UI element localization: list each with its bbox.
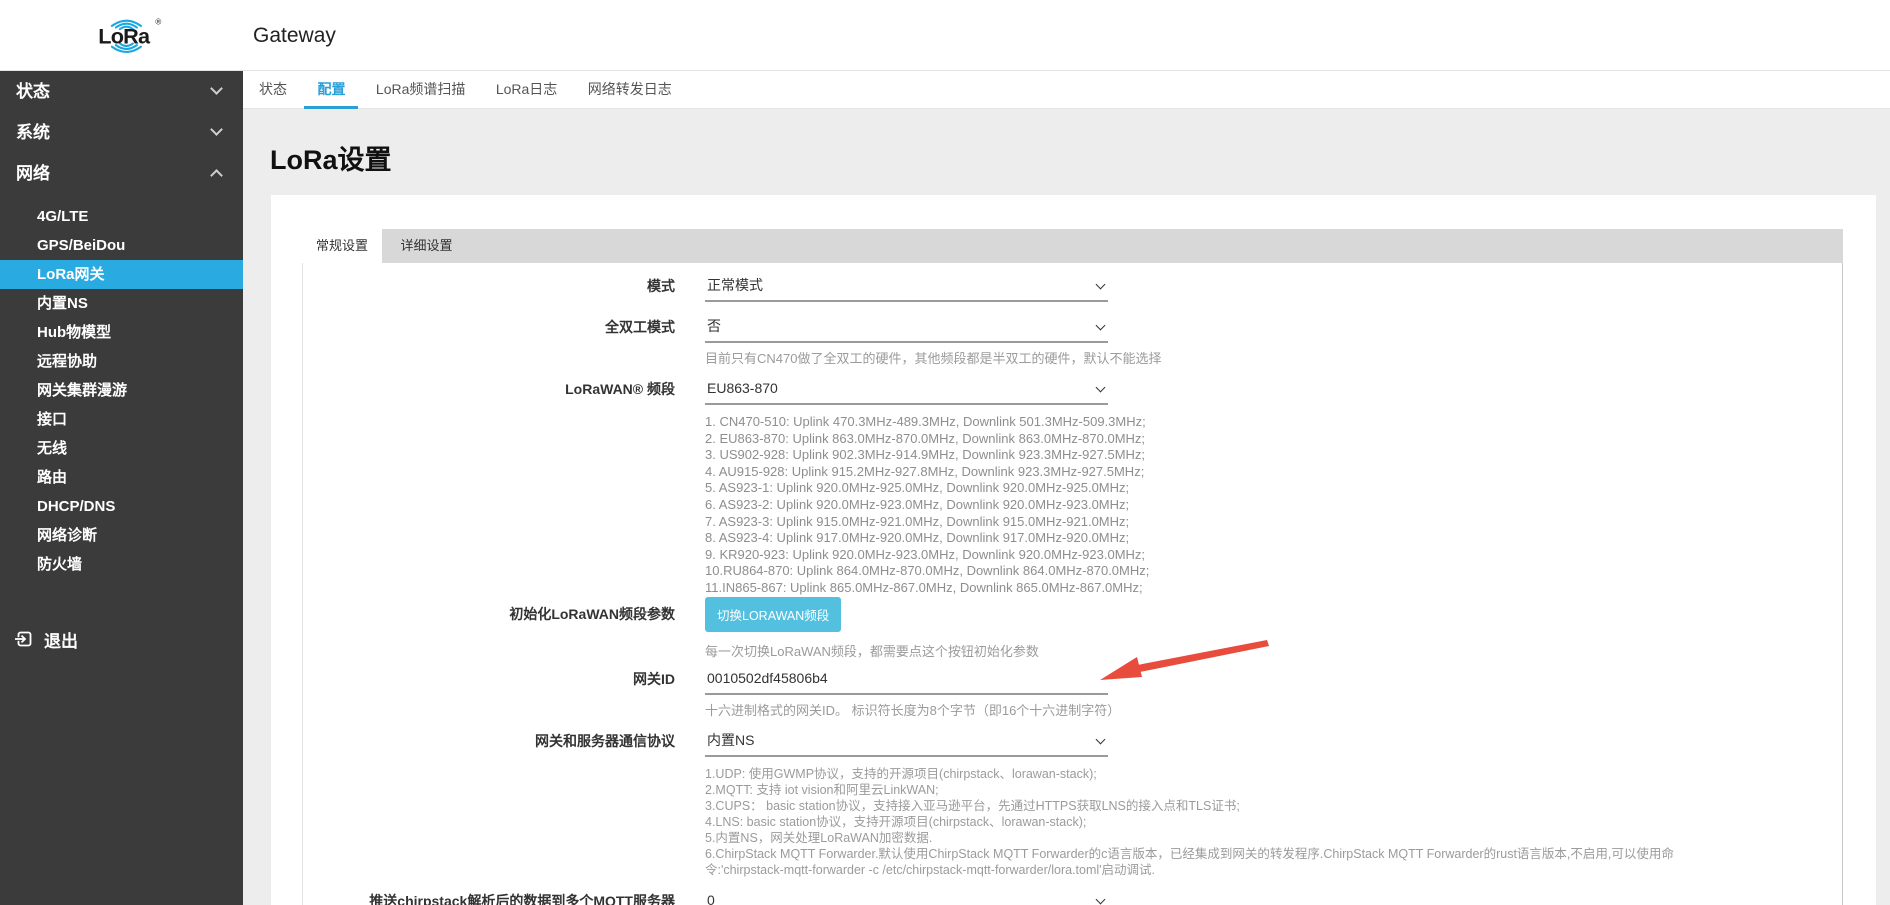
tab-network-forward-log[interactable]: 网络转发日志 (575, 71, 685, 109)
sidebar-item-builtin-ns[interactable]: 内置NS (0, 289, 243, 318)
chevron-down-icon (1095, 279, 1106, 290)
lora-logo-icon: LoRa ® (78, 13, 178, 63)
chevron-down-icon (1095, 382, 1106, 393)
logout-button[interactable]: 退出 (0, 622, 243, 656)
sidebar-item-wireless[interactable]: 无线 (0, 434, 243, 463)
sidebar-group-label: 系统 (16, 123, 50, 142)
full-duplex-label: 全双工模式 (605, 319, 675, 335)
sidebar-group-network[interactable]: 网络 (0, 153, 243, 194)
app-title: Gateway (253, 24, 336, 47)
form-row-band: LoRaWAN® 频段 EU863-870 1. CN470-510: Upli… (302, 377, 1149, 597)
sidebar-group-label: 状态 (16, 82, 50, 101)
sidebar-group-status[interactable]: 状态 (0, 71, 243, 112)
mqtt-push-select[interactable]: 0 (705, 889, 1108, 905)
switch-lorawan-band-button[interactable]: 切换LORAWAN频段 (705, 597, 842, 632)
card-tab-strip: 常规设置 详细设置 (302, 229, 1843, 263)
protocol-value: 内置NS (707, 732, 755, 748)
mode-label: 模式 (647, 278, 675, 294)
gateway-id-label: 网关ID (633, 671, 675, 687)
tab-lora-log[interactable]: LoRa日志 (483, 71, 570, 109)
protocol-help-list: 1.UDP: 使用GWMP协议，支持的开源项目(chirpstack、loraw… (705, 767, 1674, 877)
app-header: LoRa ® Gateway (0, 0, 1890, 71)
mode-select[interactable]: 正常模式 (705, 274, 1108, 302)
sidebar-item-dhcp-dns[interactable]: DHCP/DNS (0, 492, 243, 521)
form-row-mode: 模式 正常模式 (302, 274, 1108, 302)
form-row-init-band: 初始化LoRaWAN频段参数 切换LORAWAN频段 每一次切换LoRaWAN频… (302, 597, 1039, 660)
sidebar-item-remote-assist[interactable]: 远程协助 (0, 347, 243, 376)
sidebar-item-cluster-roaming[interactable]: 网关集群漫游 (0, 376, 243, 405)
logout-icon (14, 631, 32, 647)
gateway-id-input[interactable]: 0010502df45806b4 (705, 667, 1108, 695)
page-title: LoRa设置 (270, 145, 392, 175)
chevron-down-icon (1095, 734, 1106, 745)
tab-config[interactable]: 配置 (304, 71, 359, 109)
svg-text:LoRa: LoRa (98, 24, 151, 49)
logout-label: 退出 (44, 631, 78, 651)
sidebar-group-system[interactable]: 系统 (0, 112, 243, 153)
init-band-label: 初始化LoRaWAN频段参数 (509, 606, 675, 622)
sidebar-item-interface[interactable]: 接口 (0, 405, 243, 434)
tab-lora-spectrum-scan[interactable]: LoRa频谱扫描 (363, 71, 478, 109)
chevron-down-icon (210, 82, 223, 95)
sidebar-group-label: 网络 (16, 164, 50, 183)
form-row-protocol: 网关和服务器通信协议 内置NS 1.UDP: 使用GWMP协议，支持的开源项目(… (302, 729, 1740, 878)
sidebar-item-firewall[interactable]: 防火墙 (0, 550, 243, 579)
form-row-gateway-id: 网关ID 0010502df45806b4 十六进制格式的网关ID。 标识符长度… (302, 667, 1120, 719)
gateway-id-value: 0010502df45806b4 (707, 670, 828, 686)
tab-detailed-settings[interactable]: 详细设置 (386, 229, 466, 263)
settings-card: 常规设置 详细设置 模式 正常模式 全双工模式 否 目前只有CN470做了全双工… (271, 195, 1876, 905)
sidebar-item-network-diagnosis[interactable]: 网络诊断 (0, 521, 243, 550)
page-tab-bar: 状态 配置 LoRa频谱扫描 LoRa日志 网络转发日志 (243, 71, 1890, 109)
mode-value: 正常模式 (707, 277, 763, 293)
sidebar-item-routing[interactable]: 路由 (0, 463, 243, 492)
mqtt-push-label: 推送chirpstack解析后的数据到多个MQTT服务器 (369, 893, 675, 905)
chevron-up-icon (210, 169, 223, 182)
annotation-arrow-icon (1095, 636, 1270, 693)
chevron-down-icon (1095, 894, 1106, 905)
full-duplex-value: 否 (707, 318, 721, 334)
sidebar-nav: 状态 系统 网络 4G/LTE GPS/BeiDou LoRa网关 内置NS H… (0, 71, 243, 905)
full-duplex-help: 目前只有CN470做了全双工的硬件，其他频段都是半双工的硬件，默认不能选择 (705, 351, 1162, 366)
sidebar-network-submenu: 4G/LTE GPS/BeiDou LoRa网关 内置NS Hub物模型 远程协… (0, 194, 243, 579)
init-band-help: 每一次切换LoRaWAN频段，都需要点这个按钮初始化参数 (705, 644, 1039, 659)
band-label: LoRaWAN® 频段 (565, 381, 675, 397)
gateway-id-help: 十六进制格式的网关ID。 标识符长度为8个字节（即16个十六进制字符） (705, 703, 1121, 718)
band-help-list: 1. CN470-510: Uplink 470.3MHz-489.3MHz, … (705, 414, 1150, 595)
chevron-down-icon (210, 123, 223, 136)
tab-general-settings[interactable]: 常规设置 (302, 229, 382, 263)
protocol-select[interactable]: 内置NS (705, 729, 1108, 757)
band-select[interactable]: EU863-870 (705, 377, 1108, 405)
mqtt-push-value: 0 (707, 892, 715, 905)
sidebar-item-gps-beidou[interactable]: GPS/BeiDou (0, 231, 243, 260)
band-value: EU863-870 (707, 380, 778, 396)
sidebar-item-hub-model[interactable]: Hub物模型 (0, 318, 243, 347)
form-row-full-duplex: 全双工模式 否 目前只有CN470做了全双工的硬件，其他频段都是半双工的硬件，默… (302, 315, 1161, 367)
sidebar-item-4g-lte[interactable]: 4G/LTE (0, 202, 243, 231)
tab-status[interactable]: 状态 (246, 71, 300, 109)
full-duplex-select[interactable]: 否 (705, 315, 1108, 343)
svg-text:®: ® (155, 17, 161, 26)
sidebar-item-lora-gateway[interactable]: LoRa网关 (0, 260, 243, 289)
protocol-label: 网关和服务器通信协议 (535, 733, 675, 749)
chevron-down-icon (1095, 320, 1106, 331)
form-row-mqtt-push: 推送chirpstack解析后的数据到多个MQTT服务器 0 (302, 889, 1108, 905)
